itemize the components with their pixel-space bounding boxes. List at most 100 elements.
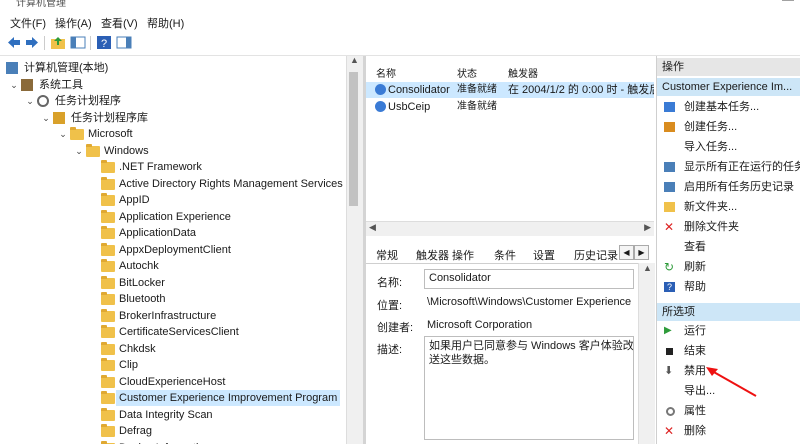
tree-item-selected[interactable]: Customer Experience Improvement Program bbox=[0, 390, 345, 406]
tab-triggers[interactable]: 触发器 bbox=[416, 247, 449, 263]
forward-arrow-icon[interactable] bbox=[24, 35, 40, 50]
action-item[interactable]: 启用所有任务历史记录 bbox=[657, 178, 800, 196]
action-label: 帮助 bbox=[684, 281, 706, 293]
tree-item-label: Application Experience bbox=[119, 210, 231, 223]
task-name: Consolidator bbox=[388, 84, 450, 96]
scroll-up-icon[interactable]: ▲ bbox=[350, 55, 359, 65]
task-icon bbox=[375, 101, 386, 112]
action-item[interactable]: ? 帮助 bbox=[657, 278, 800, 296]
action-item[interactable]: 新文件夹... bbox=[657, 198, 800, 216]
action-item[interactable]: 显示所有正在运行的任务 bbox=[657, 158, 800, 176]
show-hide-console-tree-icon[interactable] bbox=[70, 35, 86, 50]
annotation-arrow-icon bbox=[706, 367, 757, 397]
action-item[interactable]: ↻ 刷新 bbox=[657, 258, 800, 276]
menu-file[interactable]: 文件(F) bbox=[10, 15, 46, 31]
column-header-name[interactable]: 名称 bbox=[376, 65, 396, 80]
properties-icon bbox=[666, 407, 675, 416]
tab-scroll-left-icon[interactable]: ◀ bbox=[619, 245, 634, 260]
action-item[interactable]: ▶ 运行 bbox=[657, 322, 800, 340]
selected-item-header[interactable]: 所选项 bbox=[657, 303, 800, 321]
tab-actions[interactable]: 操作 bbox=[452, 247, 474, 263]
title-bar: 计算机管理 — bbox=[0, 0, 800, 10]
tree-item[interactable]: Clip bbox=[0, 357, 345, 373]
tree-item[interactable]: Bluetooth bbox=[0, 291, 345, 307]
tree-item[interactable]: ⌄ Microsoft bbox=[0, 126, 345, 142]
tree-item[interactable]: ⌄ Windows bbox=[0, 143, 345, 159]
action-item[interactable]: 结束 bbox=[657, 342, 800, 360]
task-icon bbox=[375, 84, 386, 95]
menu-action[interactable]: 操作(A) bbox=[55, 15, 92, 31]
tree-item[interactable]: .NET Framework bbox=[0, 159, 345, 175]
tab-general[interactable]: 常规 bbox=[376, 247, 398, 263]
description-line: 送这些数据。 bbox=[429, 354, 495, 366]
tree-item[interactable]: ⌄ 系统工具 bbox=[0, 77, 345, 93]
action-item[interactable]: 属性 bbox=[657, 402, 800, 420]
action-item[interactable]: 创建基本任务... bbox=[657, 98, 800, 116]
tree-item-label: Device Information bbox=[119, 440, 211, 444]
console-tree[interactable]: 计算机管理(本地) ⌄ 系统工具 ⌄ 任务计划程序 ⌄ 任务计划程序库 ⌄ Microsoft ⌄… bbox=[0, 56, 345, 444]
task-row-usbceip[interactable]: UsbCeip 准备就绪 bbox=[366, 99, 654, 115]
action-item[interactable]: 创建任务... bbox=[657, 118, 800, 136]
tree-item[interactable]: ApplicationData bbox=[0, 225, 345, 241]
tree-item[interactable]: Defrag bbox=[0, 423, 345, 439]
tree-item-label: Autochk bbox=[119, 260, 159, 272]
show-hide-action-pane-icon[interactable] bbox=[116, 35, 132, 50]
description-field[interactable]: 如果用户已同意参与 Windows 客户体验改善计 送这些数据。 bbox=[424, 336, 634, 440]
tree-item[interactable]: Device Information bbox=[0, 440, 345, 444]
actions-subheader[interactable]: Customer Experience Im... bbox=[657, 78, 800, 96]
task-row-consolidator[interactable]: Consolidator 准备就绪 在 2004/1/2 的 0:00 时 - … bbox=[366, 82, 654, 98]
scroll-right-icon[interactable]: ▶ bbox=[644, 222, 651, 233]
expand-chevron-icon[interactable]: ⌄ bbox=[9, 77, 19, 93]
window-title: 计算机管理 bbox=[16, 0, 66, 9]
task-list-hscrollbar[interactable]: ◀ ▶ bbox=[366, 221, 654, 236]
action-label: 运行 bbox=[684, 325, 706, 337]
action-item[interactable]: 导入任务... bbox=[657, 138, 800, 156]
tree-item[interactable]: ⌄ 任务计划程序库 bbox=[0, 110, 345, 126]
tree-item[interactable]: CloudExperienceHost bbox=[0, 374, 345, 390]
action-item[interactable]: ✕ 删除文件夹 bbox=[657, 218, 800, 236]
tree-item[interactable]: Data Integrity Scan bbox=[0, 407, 345, 423]
menu-help[interactable]: 帮助(H) bbox=[147, 15, 184, 31]
expand-chevron-icon[interactable]: ⌄ bbox=[25, 93, 35, 109]
expand-chevron-icon[interactable]: ⌄ bbox=[41, 110, 51, 126]
minimize-icon[interactable]: — bbox=[782, 0, 794, 6]
tree-item[interactable]: Autochk bbox=[0, 258, 345, 274]
up-folder-icon[interactable] bbox=[50, 35, 66, 50]
column-header-status[interactable]: 状态 bbox=[457, 65, 477, 80]
expand-chevron-icon[interactable]: ⌄ bbox=[74, 143, 84, 159]
menu-bar: 文件(F) 操作(A) 查看(V) 帮助(H) bbox=[0, 11, 800, 31]
back-arrow-icon[interactable] bbox=[6, 35, 22, 50]
tab-history[interactable]: 历史记录 bbox=[574, 247, 618, 263]
detail-scrollbar[interactable]: ▲ bbox=[638, 263, 655, 444]
tree-item[interactable]: Application Experience bbox=[0, 209, 345, 225]
tree-item[interactable]: CertificateServicesClient bbox=[0, 324, 345, 340]
action-item[interactable]: 查看 bbox=[657, 238, 800, 256]
tree-item[interactable]: 计算机管理(本地) bbox=[0, 60, 345, 76]
name-field[interactable]: Consolidator bbox=[424, 269, 634, 289]
expand-chevron-icon[interactable]: ⌄ bbox=[58, 126, 68, 142]
task-status: 准备就绪 bbox=[457, 101, 497, 112]
tree-scroll-thumb[interactable] bbox=[349, 72, 358, 206]
scroll-up-icon[interactable]: ▲ bbox=[643, 263, 652, 273]
action-item[interactable]: ✕ 删除 bbox=[657, 422, 800, 440]
tree-item-label: .NET Framework bbox=[119, 161, 202, 173]
tree-item-label: Microsoft bbox=[88, 128, 133, 140]
tree-item[interactable]: AppID bbox=[0, 192, 345, 208]
tree-item[interactable]: AppxDeploymentClient bbox=[0, 242, 345, 258]
action-label: 新文件夹... bbox=[684, 201, 738, 213]
tab-scroll-right-icon[interactable]: ▶ bbox=[634, 245, 649, 260]
tree-item[interactable]: Chkdsk bbox=[0, 341, 345, 357]
tree-item[interactable]: BrokerInfrastructure bbox=[0, 308, 345, 324]
help-icon[interactable]: ? bbox=[96, 35, 112, 50]
tree-item[interactable]: Active Directory Rights Management Servi… bbox=[0, 176, 345, 192]
column-header-trigger[interactable]: 触发器 bbox=[508, 65, 538, 80]
tab-conditions[interactable]: 条件 bbox=[494, 247, 516, 263]
task-list[interactable]: 名称 状态 触发器 Consolidator 准备就绪 在 2004/1/2 的… bbox=[366, 56, 654, 236]
tree-item-label: Bluetooth bbox=[119, 293, 166, 305]
scroll-left-icon[interactable]: ◀ bbox=[369, 222, 376, 233]
library-icon bbox=[53, 111, 65, 124]
tab-settings[interactable]: 设置 bbox=[533, 247, 555, 263]
tree-item[interactable]: BitLocker bbox=[0, 275, 345, 291]
menu-view[interactable]: 查看(V) bbox=[101, 15, 138, 31]
tree-item[interactable]: ⌄ 任务计划程序 bbox=[0, 93, 345, 109]
